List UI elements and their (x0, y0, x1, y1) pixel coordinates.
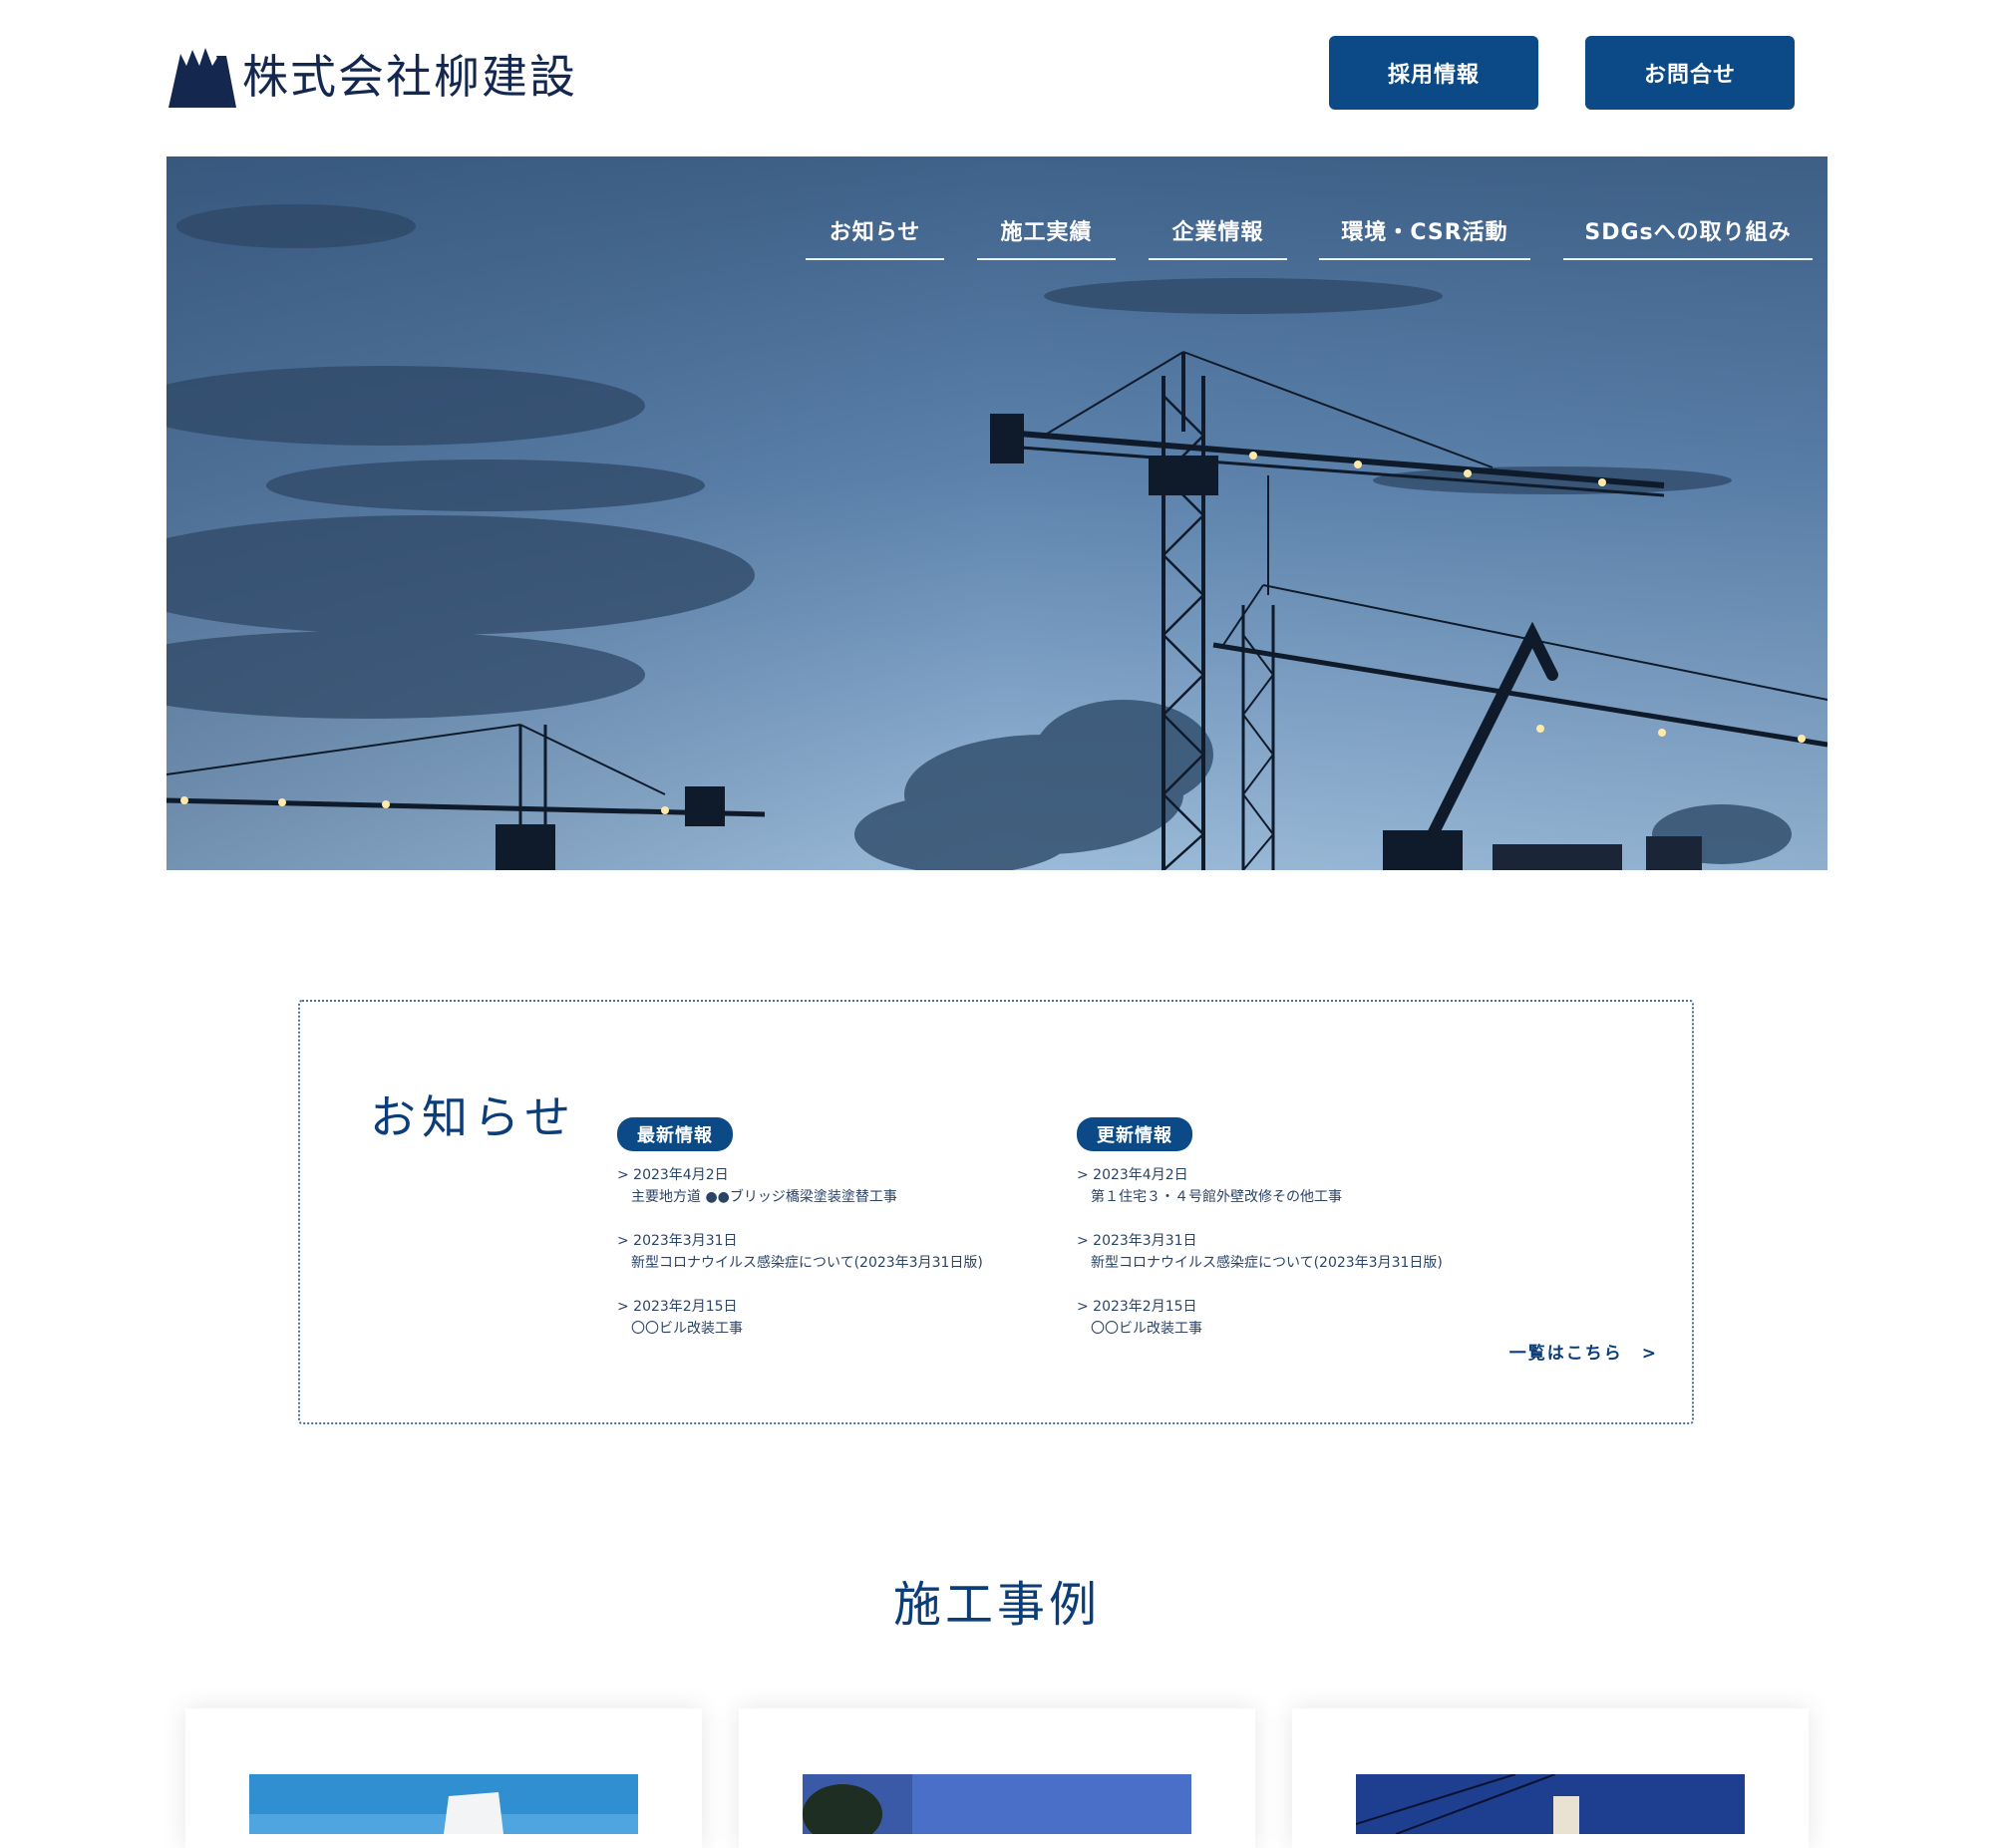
news-date: > 2023年3月31日 (617, 1233, 738, 1249)
news-text: 〇〇ビル改装工事 (1091, 1321, 1202, 1337)
work-card-image (249, 1774, 638, 1834)
news-date: > 2023年3月31日 (1077, 1233, 1197, 1249)
news-text: 新型コロナウイルス感染症について(2023年3月31日版) (1091, 1255, 1443, 1271)
update-news-badge: 更新情報 (1077, 1117, 1192, 1151)
news-item[interactable]: > 2023年2月15日 〇〇ビル改装工事 (1077, 1297, 1505, 1341)
work-card[interactable] (185, 1708, 702, 1848)
work-card[interactable] (739, 1708, 1255, 1848)
recruit-button[interactable]: 採用情報 (1329, 36, 1538, 110)
nav-item-news[interactable]: お知らせ (806, 202, 944, 260)
news-list-link[interactable]: 一覧はこちら > (1509, 1339, 1658, 1364)
latest-news-badge: 最新情報 (617, 1117, 733, 1151)
news-item[interactable]: > 2023年3月31日 新型コロナウイルス感染症について(2023年3月31日… (1077, 1231, 1505, 1275)
company-logo[interactable]: 株式会社柳建設 (166, 40, 577, 114)
company-name: 株式会社柳建設 (242, 50, 577, 104)
news-item[interactable]: > 2023年4月2日 主要地方道 ●●ブリッジ橋梁塗装塗替工事 (617, 1165, 1046, 1209)
news-text: 第１住宅３・４号館外壁改修その他工事 (1091, 1189, 1342, 1205)
work-card-image (1356, 1774, 1745, 1834)
news-item[interactable]: > 2023年4月2日 第１住宅３・４号館外壁改修その他工事 (1077, 1165, 1505, 1209)
update-news-column: 更新情報 > 2023年4月2日 第１住宅３・４号館外壁改修その他工事 > 20… (1077, 1117, 1505, 1341)
nav-item-sdgs[interactable]: SDGsへの取り組み (1563, 202, 1813, 260)
news-item[interactable]: > 2023年2月15日 〇〇ビル改装工事 (617, 1297, 1046, 1341)
news-title: お知らせ (370, 1090, 577, 1144)
work-card-image (803, 1774, 1191, 1834)
contact-button[interactable]: お問合せ (1585, 36, 1795, 110)
nav-item-csr[interactable]: 環境・CSR活動 (1319, 202, 1530, 260)
nav-item-company[interactable]: 企業情報 (1149, 202, 1287, 260)
news-date: > 2023年2月15日 (617, 1299, 738, 1315)
news-text: 新型コロナウイルス感染症について(2023年3月31日版) (631, 1255, 983, 1271)
news-text: 〇〇ビル改装工事 (631, 1321, 743, 1337)
hero-banner: お知らせ 施工実績 企業情報 環境・CSR活動 SDGsへの取り組み (166, 156, 1828, 870)
work-card[interactable] (1292, 1708, 1809, 1848)
works-title: 施工事例 (892, 1577, 1101, 1633)
latest-news-column: 最新情報 > 2023年4月2日 主要地方道 ●●ブリッジ橋梁塗装塗替工事 > … (617, 1117, 1046, 1341)
nav-item-works[interactable]: 施工実績 (977, 202, 1116, 260)
news-date: > 2023年2月15日 (1077, 1299, 1197, 1315)
hero-crane-image (166, 156, 1828, 870)
news-section: お知らせ 最新情報 > 2023年4月2日 主要地方道 ●●ブリッジ橋梁塗装塗替… (298, 1000, 1694, 1424)
news-text: 主要地方道 ●●ブリッジ橋梁塗装塗替工事 (631, 1189, 897, 1205)
news-item[interactable]: > 2023年3月31日 新型コロナウイルス感染症について(2023年3月31日… (617, 1231, 1046, 1275)
mountain-logo-icon (168, 48, 236, 108)
main-nav: お知らせ 施工実績 企業情報 環境・CSR活動 SDGsへの取り組み (166, 202, 1828, 262)
news-date: > 2023年4月2日 (1077, 1167, 1188, 1183)
news-date: > 2023年4月2日 (617, 1167, 729, 1183)
